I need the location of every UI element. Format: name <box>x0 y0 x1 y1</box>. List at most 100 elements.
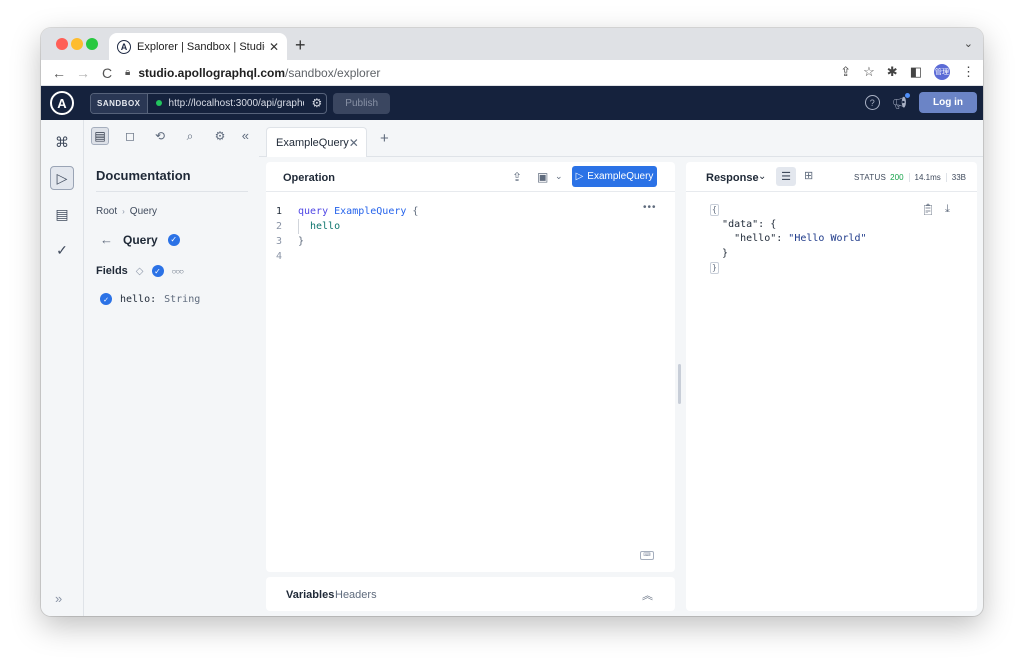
json-line: "hello": "Hello World" <box>734 233 867 244</box>
minimize-window-button[interactable] <box>71 38 83 50</box>
field-name: hello: <box>120 293 157 305</box>
json-key: "data" <box>722 218 759 230</box>
settings-gear-icon[interactable]: ⚙ <box>211 127 229 145</box>
expand-rail-icon[interactable]: » <box>55 591 62 606</box>
share-operation-icon[interactable]: ⇪ <box>512 170 522 184</box>
json-key: "hello" <box>734 233 777 244</box>
add-tab-button[interactable]: + <box>380 130 389 147</box>
apollo-logo-icon[interactable]: A <box>50 91 74 115</box>
docs-divider <box>96 191 248 192</box>
browser-menu-icon[interactable]: ⋮ <box>962 64 975 80</box>
help-icon[interactable]: ? <box>864 95 880 110</box>
response-panel: Response ⌄ ☰ ⊞ STATUS 200 14.1ms 33B 📋︎ ⤓… <box>686 162 977 611</box>
fields-header: Fields ◇ ✓ ○○○ <box>96 265 184 277</box>
brace-token: { <box>412 206 419 217</box>
extensions-puzzle-icon[interactable]: ✱ <box>887 64 898 80</box>
select-all-fields-check-icon[interactable]: ✓ <box>151 265 164 277</box>
profile-avatar[interactable]: 管理 <box>934 64 950 80</box>
field-type[interactable]: String <box>164 294 200 305</box>
code-line: 4 <box>266 249 418 264</box>
side-panel-icon[interactable]: ◧ <box>910 64 922 80</box>
url-path: /sandbox/explorer <box>285 65 381 80</box>
documentation-tab-icon[interactable]: ▤ <box>91 127 109 145</box>
type-selected-check-icon[interactable]: ✓ <box>167 233 180 246</box>
code-line: 1 query ExampleQuery { <box>266 204 418 219</box>
publish-button[interactable]: Publish <box>333 92 391 114</box>
app-header: A SANDBOX http://localhost:3000/api/grap… <box>41 86 983 120</box>
play-icon: ▷ <box>575 171 584 182</box>
new-tab-button[interactable]: + <box>295 35 306 56</box>
field-token: hello <box>310 221 341 232</box>
bookmark-icon[interactable]: ◻ <box>121 127 139 145</box>
header-actions: ? 📢︎ Log in <box>864 92 977 113</box>
line-number: 3 <box>275 236 282 247</box>
back-button[interactable]: ← <box>47 65 71 81</box>
download-icon[interactable]: ⤓ <box>945 203 950 216</box>
table-view-icon[interactable]: ⊞ <box>804 169 813 182</box>
panel-resize-handle[interactable] <box>678 364 681 404</box>
operation-header: Operation ⇪ ▣ ⌄ ▷ ExampleQuery <box>266 162 675 192</box>
status-segment: STATUS 200 <box>849 173 909 182</box>
tab-search-icon[interactable]: ⌄ <box>964 37 973 50</box>
response-json: { "data": { "hello": "Hello World" } } <box>710 203 867 276</box>
sandbox-endpoint-control: SANDBOX http://localhost:3000/api/graphq… <box>90 92 328 114</box>
save-operation-icon[interactable]: ▣ <box>537 170 548 184</box>
forward-button[interactable]: → <box>71 65 95 81</box>
explorer-play-icon[interactable]: ▷ <box>50 166 74 190</box>
run-query-button[interactable]: ▷ ExampleQuery <box>572 166 657 187</box>
keyboard-shortcuts-icon[interactable]: ⌨ <box>640 551 654 560</box>
endpoint-input[interactable]: http://localhost:3000/api/graphql <box>148 98 308 109</box>
reload-button[interactable]: C <box>95 65 119 81</box>
sort-icon[interactable]: ◇ <box>136 266 144 277</box>
query-editor[interactable]: 1 query ExampleQuery { 2 hello 3 } 4 <box>266 204 418 264</box>
schema-graph-icon[interactable]: ⌘ <box>50 130 74 154</box>
announcements-megaphone-icon[interactable]: 📢︎ <box>892 92 910 110</box>
browser-window: A Explorer | Sandbox | Studio ✕ + ⌄ ← → … <box>41 28 983 616</box>
breadcrumb-root[interactable]: Root <box>96 206 117 217</box>
checks-icon[interactable]: ✓ <box>50 238 74 262</box>
tab-close-icon[interactable]: ✕ <box>269 40 279 54</box>
code-line: 3 } <box>266 234 418 249</box>
maximize-window-button[interactable] <box>86 38 98 50</box>
collapse-docs-icon[interactable]: « <box>242 128 249 143</box>
field-selected-check-icon[interactable]: ✓ <box>100 293 112 305</box>
connection-status-dot <box>155 100 162 106</box>
fold-toggle-icon[interactable]: } <box>710 262 719 274</box>
json-line: } <box>710 247 729 259</box>
history-icon[interactable]: ⟲ <box>151 127 169 145</box>
browser-toolbar-actions: ⇪ ☆ ✱ ◧ 管理 ⋮ <box>840 64 975 80</box>
more-options-icon[interactable]: ○○○ <box>172 267 184 276</box>
tab-variables[interactable]: Variables <box>286 589 334 601</box>
chevron-down-icon[interactable]: ⌄ <box>555 171 563 182</box>
expand-panel-icon[interactable]: ︽ <box>642 587 653 603</box>
tab-example-query[interactable]: ExampleQuery ✕ <box>266 127 367 157</box>
address-bar[interactable]: 🔒︎ studio.apollographql.com/sandbox/expl… <box>125 66 380 80</box>
left-nav-rail: ⌘ ▷ ▤ ✓ » <box>41 120 84 616</box>
response-size: 33B <box>945 173 971 182</box>
chevron-down-icon[interactable]: ⌄ <box>758 171 766 182</box>
back-arrow-icon[interactable]: ← <box>100 232 113 247</box>
field-item-hello[interactable]: ✓ hello: String <box>100 293 200 305</box>
line-number: 4 <box>275 251 282 262</box>
browser-tab[interactable]: A Explorer | Sandbox | Studio ✕ <box>109 33 287 60</box>
response-header: Response ⌄ ☰ ⊞ STATUS 200 14.1ms 33B <box>686 162 977 192</box>
search-icon[interactable]: ⌕ <box>181 127 199 145</box>
connection-settings-gear-icon[interactable]: ⚙ <box>308 96 327 110</box>
response-metadata: STATUS 200 14.1ms 33B <box>849 173 971 182</box>
fold-toggle-icon[interactable]: { <box>710 204 719 216</box>
share-icon[interactable]: ⇪ <box>840 64 851 80</box>
editor-more-icon[interactable]: ••• <box>643 202 657 213</box>
json-line: } <box>710 261 867 276</box>
operation-collections-icon[interactable]: ▤ <box>50 202 74 226</box>
response-title[interactable]: Response <box>706 172 759 184</box>
operation-name-token: ExampleQuery <box>334 206 407 217</box>
brace-token: } <box>298 236 305 247</box>
login-button[interactable]: Log in <box>919 92 977 113</box>
json-view-icon[interactable]: ☰ <box>776 167 796 186</box>
copy-clipboard-icon[interactable]: 📋︎ <box>921 203 935 216</box>
tab-headers[interactable]: Headers <box>335 589 377 601</box>
close-window-button[interactable] <box>56 38 68 50</box>
close-tab-icon[interactable]: ✕ <box>349 136 359 150</box>
breadcrumb-separator: › <box>122 207 125 216</box>
bookmark-star-icon[interactable]: ☆ <box>863 64 875 80</box>
